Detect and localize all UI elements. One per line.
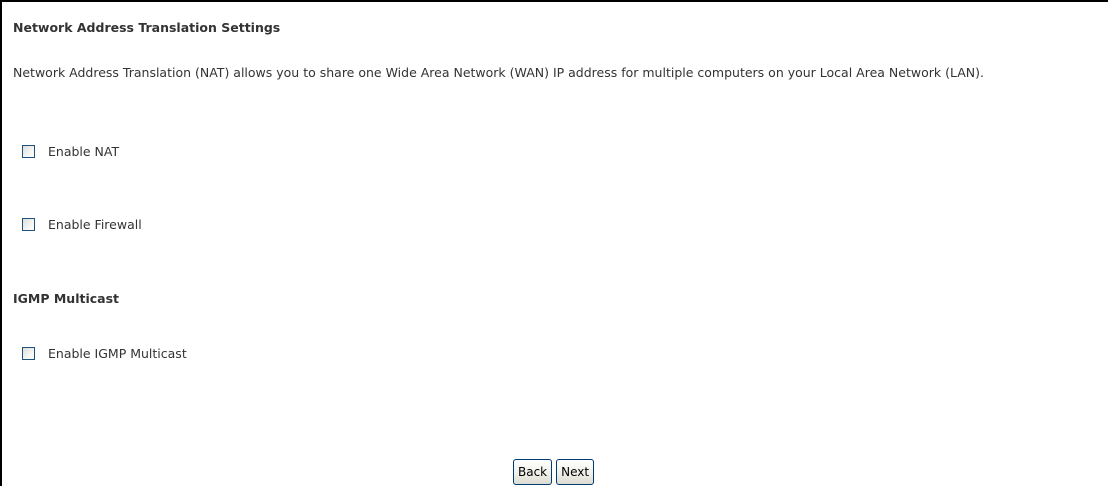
nat-section-title: Network Address Translation Settings [13,20,281,35]
enable-firewall-row[interactable]: Enable Firewall [22,215,142,233]
enable-nat-checkbox[interactable] [22,144,35,158]
navigation-buttons: Back Next [513,459,595,485]
enable-firewall-checkbox[interactable] [22,217,35,231]
enable-nat-row[interactable]: Enable NAT [22,142,119,160]
nat-description: Network Address Translation (NAT) allows… [13,65,984,80]
next-button[interactable]: Next [556,459,595,485]
enable-igmp-label: Enable IGMP Multicast [48,345,187,361]
igmp-section-title: IGMP Multicast [13,291,120,306]
back-button[interactable]: Back [513,459,553,485]
enable-igmp-row[interactable]: Enable IGMP Multicast [22,344,187,362]
enable-igmp-checkbox[interactable] [22,346,35,360]
enable-firewall-label: Enable Firewall [48,216,142,232]
enable-nat-label: Enable NAT [48,143,120,159]
